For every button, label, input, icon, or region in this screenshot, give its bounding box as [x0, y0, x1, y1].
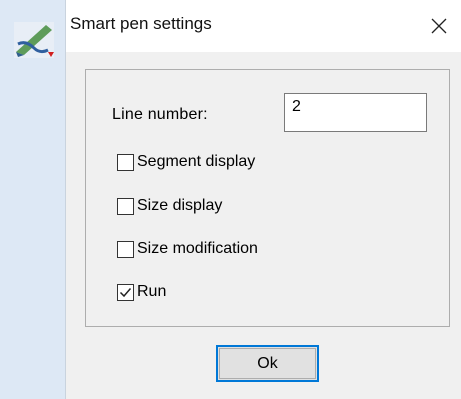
size-display-label: Size display: [137, 197, 223, 214]
checkmark-icon: [119, 287, 132, 297]
segment-display-checkbox[interactable]: [117, 153, 134, 171]
size-display-option[interactable]: Size display: [117, 197, 222, 215]
dialog-title: Smart pen settings: [70, 14, 212, 33]
line-number-label: Line number:: [112, 106, 208, 123]
ok-button-label: Ok: [257, 354, 278, 372]
size-modification-label: Size modification: [137, 240, 258, 257]
smart-pen-settings-dialog: Smart pen settings Line number: Segment …: [66, 0, 461, 399]
ok-button-focus-ring: Ok: [219, 348, 316, 379]
settings-group: Line number: Segment display Size displa…: [85, 69, 450, 327]
close-icon: [431, 18, 447, 34]
background-app-strip: [0, 0, 66, 399]
size-modification-option[interactable]: Size modification: [117, 240, 258, 258]
ok-button[interactable]: Ok: [216, 345, 319, 382]
segment-display-label: Segment display: [137, 153, 256, 170]
run-label: Run: [137, 283, 167, 300]
run-checkbox[interactable]: [117, 283, 134, 301]
close-button[interactable]: [417, 6, 461, 46]
title-bar: Smart pen settings: [66, 0, 461, 52]
run-option[interactable]: Run: [117, 283, 166, 301]
size-modification-checkbox[interactable]: [117, 240, 134, 258]
line-number-input[interactable]: [284, 93, 427, 132]
segment-display-option[interactable]: Segment display: [117, 153, 255, 171]
smart-pen-icon: [14, 22, 54, 58]
size-display-checkbox[interactable]: [117, 197, 134, 215]
